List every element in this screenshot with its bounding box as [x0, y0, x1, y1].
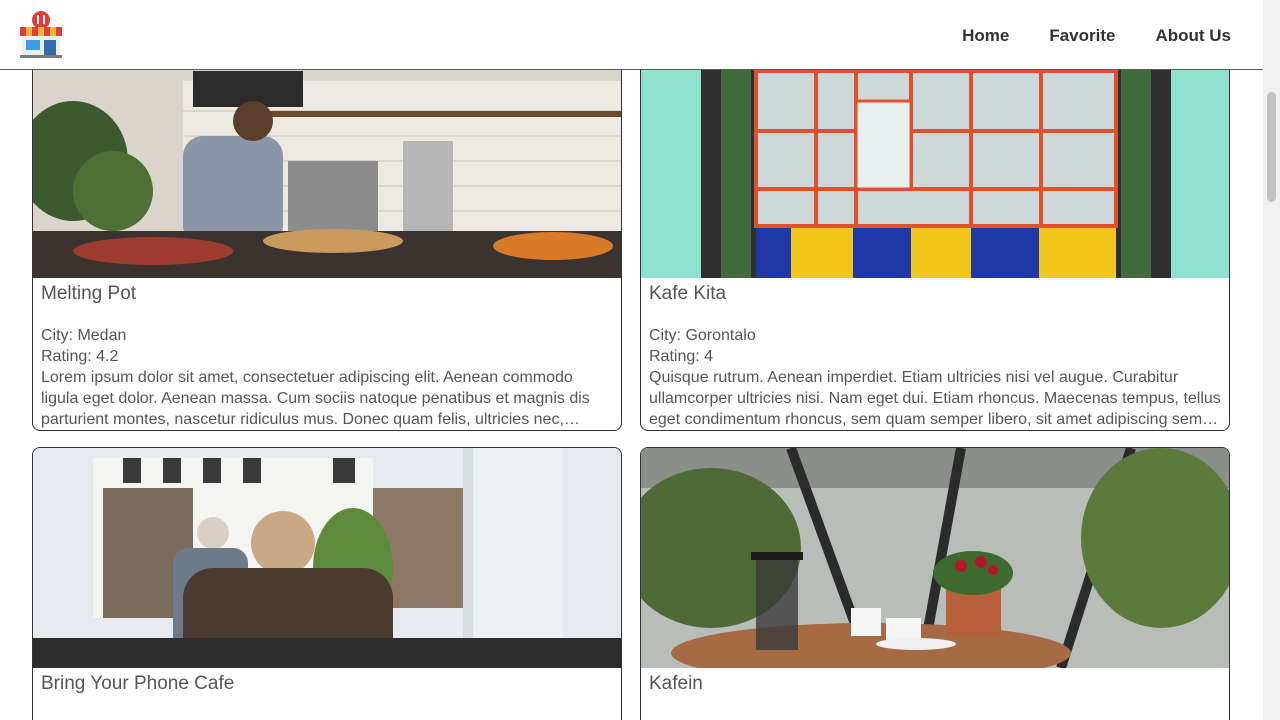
- restaurant-rating: Rating: 4: [649, 348, 714, 365]
- nav-home-link[interactable]: Home: [962, 24, 1009, 48]
- restaurant-name[interactable]: Kafe Kita: [649, 282, 1221, 306]
- restaurant-photo: [33, 448, 621, 668]
- restaurant-card[interactable]: Melting Pot City: Medan Rating: 4.2 Lore…: [32, 40, 622, 431]
- restaurant-name[interactable]: Kafein: [649, 672, 1221, 696]
- shop-storefront-icon[interactable]: [18, 10, 64, 58]
- page-scrollbar[interactable]: [1263, 0, 1280, 720]
- restaurant-photo: [641, 41, 1229, 278]
- restaurant-description: Lorem ipsum dolor sit amet, consectetuer…: [41, 369, 590, 428]
- restaurant-name[interactable]: Melting Pot: [41, 282, 613, 306]
- restaurant-city: City: Medan: [41, 327, 127, 344]
- restaurant-rating: Rating: 4.2: [41, 348, 119, 365]
- restaurant-card[interactable]: Bring Your Phone Cafe: [32, 447, 622, 720]
- nav-favorite-link[interactable]: Favorite: [1049, 24, 1115, 48]
- restaurant-name[interactable]: Bring Your Phone Cafe: [41, 672, 613, 696]
- main-nav: Home Favorite About Us: [962, 24, 1231, 48]
- restaurant-city: City: Gorontalo: [649, 327, 756, 344]
- restaurant-photo: [33, 41, 621, 278]
- restaurant-card[interactable]: Kafein: [640, 447, 1230, 720]
- scrollbar-thumb[interactable]: [1267, 92, 1276, 202]
- restaurant-photo: [641, 448, 1229, 668]
- app-header: Home Favorite About Us: [0, 0, 1263, 70]
- restaurant-description: Quisque rutrum. Aenean imperdiet. Etiam …: [649, 369, 1221, 428]
- restaurant-list: Melting Pot City: Medan Rating: 4.2 Lore…: [0, 0, 1263, 720]
- restaurant-card[interactable]: Kafe Kita City: Gorontalo Rating: 4 Quis…: [640, 40, 1230, 431]
- nav-about-us-link[interactable]: About Us: [1155, 24, 1231, 48]
